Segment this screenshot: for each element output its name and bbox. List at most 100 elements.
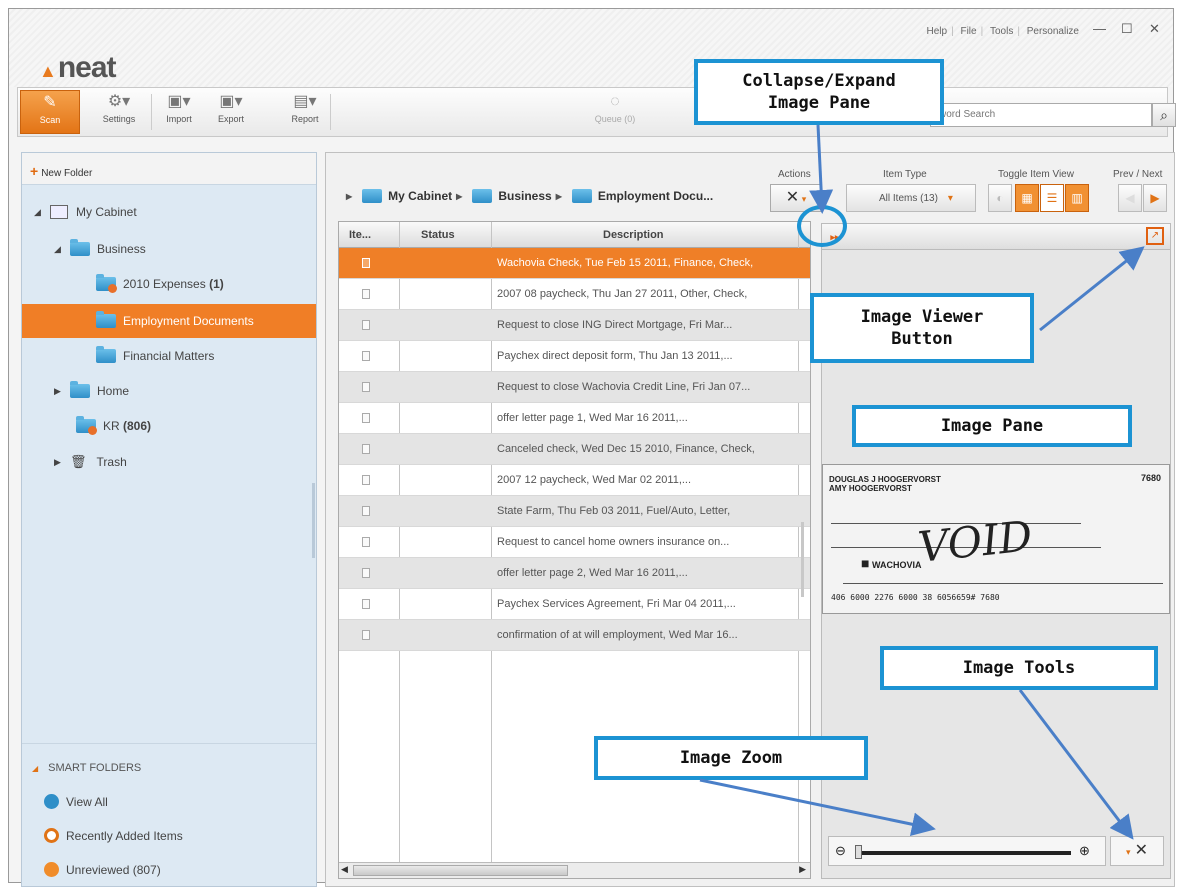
tree-employment-documents[interactable]: Employment Documents xyxy=(22,304,316,338)
list-view-icon[interactable]: ☰ xyxy=(1040,184,1064,212)
folder-icon xyxy=(472,189,493,203)
document-icon xyxy=(362,351,370,361)
menu-tools[interactable]: Tools xyxy=(990,26,1013,37)
table-row[interactable]: Paychex direct deposit form, Thu Jan 13 … xyxy=(339,341,810,372)
zoom-in-icon[interactable]: ⊕ xyxy=(1079,843,1090,859)
cabinet-icon xyxy=(50,205,68,219)
main-toolbar: ✎ Scan ⚙▾ Settings ▣▾ Import ▣▾ Export ▤… xyxy=(17,87,1176,137)
horizontal-scrollbar[interactable]: ◀ ▶ xyxy=(339,862,810,878)
collapse-highlight-ring xyxy=(797,205,847,247)
table-row[interactable]: 2007 12 paycheck, Wed Mar 02 2011,... xyxy=(339,465,810,496)
tree-financial-matters[interactable]: Financial Matters xyxy=(22,341,316,371)
report-button[interactable]: ▤▾ Report xyxy=(282,90,328,134)
item-type-label: Item Type xyxy=(883,169,927,180)
document-icon xyxy=(362,506,370,516)
search-icon[interactable]: ⌕ xyxy=(1152,103,1176,127)
document-icon xyxy=(362,289,370,299)
table-row[interactable]: offer letter page 1, Wed Mar 16 2011,... xyxy=(339,403,810,434)
close-icon[interactable]: ✕ xyxy=(1149,21,1160,37)
maximize-icon[interactable]: ☐ xyxy=(1121,21,1133,37)
settings-icon: ⚙▾ xyxy=(107,93,131,110)
menu-personalize[interactable]: Personalize xyxy=(1027,26,1079,37)
menu-help[interactable]: Help xyxy=(927,26,948,37)
document-icon xyxy=(362,320,370,330)
new-folder-button[interactable]: + New Folder xyxy=(22,153,316,185)
tree-2010-expenses[interactable]: 2010 Expenses (1) xyxy=(22,269,316,299)
tree-my-cabinet[interactable]: ◢ My Cabinet xyxy=(22,197,316,227)
breadcrumb-business[interactable]: Business xyxy=(498,189,551,203)
folder-icon xyxy=(70,381,90,398)
table-row[interactable]: confirmation of at will employment, Wed … xyxy=(339,620,810,651)
export-button[interactable]: ▣▾ Export xyxy=(208,90,254,134)
folder-icon xyxy=(571,189,592,203)
smart-folders-header[interactable]: ◢ SMART FOLDERS xyxy=(32,762,141,774)
scrollbar-thumb[interactable] xyxy=(353,865,568,876)
image-zoom-slider[interactable]: ⊖ ⊕ xyxy=(828,836,1106,866)
tree-home[interactable]: ▶ Home xyxy=(22,376,316,406)
menu-file[interactable]: File xyxy=(960,26,976,37)
expand-arrow-icon[interactable]: ▶ xyxy=(54,457,66,468)
expand-arrow-icon[interactable]: ▶ xyxy=(54,386,66,397)
table-row[interactable]: offer letter page 2, Wed Mar 16 2011,... xyxy=(339,558,810,589)
zoom-out-icon[interactable]: ⊖ xyxy=(835,843,846,859)
image-tools-button[interactable]: ▾ ✕ xyxy=(1110,836,1164,866)
breadcrumb-employment[interactable]: Employment Docu... xyxy=(598,189,713,203)
queue-button[interactable]: ◌ Queue (0) xyxy=(575,90,655,134)
scanner-icon: ✎ xyxy=(43,94,57,111)
column-item[interactable]: Ite... xyxy=(349,229,371,241)
plus-icon: + xyxy=(30,163,39,179)
expand-arrow-icon[interactable]: ◢ xyxy=(54,244,66,255)
grid-view-icon[interactable]: ▦ xyxy=(1015,184,1039,212)
column-description[interactable]: Description xyxy=(603,229,664,241)
next-button[interactable]: ▶ xyxy=(1143,184,1167,212)
sidebar-resize-handle[interactable] xyxy=(312,483,315,558)
expand-arrow-icon[interactable]: ◢ xyxy=(34,207,46,218)
table-row[interactable]: Request to close ING Direct Mortgage, Fr… xyxy=(339,310,810,341)
smart-view-all[interactable]: View All xyxy=(44,794,108,809)
vertical-scrollbar[interactable] xyxy=(801,522,804,597)
table-row[interactable]: Paychex Services Agreement, Fri Mar 04 2… xyxy=(339,589,810,620)
tree-trash[interactable]: ▶ 🗑 Trash xyxy=(22,447,316,477)
column-status[interactable]: Status xyxy=(421,229,455,241)
neat-logo: ▲neat xyxy=(39,51,117,84)
image-viewer-icon[interactable]: ↗ xyxy=(1146,227,1164,245)
prev-next-label: Prev / Next xyxy=(1113,169,1163,180)
document-icon xyxy=(362,382,370,392)
unreviewed-icon xyxy=(44,862,59,877)
table-row[interactable]: Canceled check, Wed Dec 15 2010, Finance… xyxy=(339,434,810,465)
tools-icon: ✕ xyxy=(785,189,800,206)
settings-button[interactable]: ⚙▾ Settings xyxy=(92,90,146,134)
document-icon xyxy=(362,630,370,640)
table-row[interactable]: 2007 08 paycheck, Thu Jan 27 2011, Other… xyxy=(339,279,810,310)
breadcrumb-my-cabinet[interactable]: My Cabinet xyxy=(388,189,452,203)
tree-kr[interactable]: KR (806) xyxy=(22,411,316,441)
table-row[interactable]: Request to close Wachovia Credit Line, F… xyxy=(339,372,810,403)
tree-business[interactable]: ◢ Business xyxy=(22,234,316,264)
check-micr-line: 406 6000 2276 6000 38 6056659# 7680 xyxy=(831,593,1000,602)
table-row[interactable]: State Farm, Thu Feb 03 2011, Fuel/Auto, … xyxy=(339,496,810,527)
breadcrumb: ▶ My Cabinet ▶ Business ▶ Employment Doc… xyxy=(346,189,714,203)
image-pane-bar: ▸▸ ↗ xyxy=(822,224,1170,250)
globe-icon xyxy=(44,794,59,809)
clock-icon xyxy=(44,828,59,843)
callout-image-zoom: Image Zoom xyxy=(594,736,868,780)
scan-button[interactable]: ✎ Scan xyxy=(20,90,80,134)
table-row[interactable]: Wachovia Check, Tue Feb 15 2011, Finance… xyxy=(339,248,810,279)
search-input[interactable]: word Search xyxy=(930,103,1152,127)
item-type-dropdown[interactable]: All Items (13) ▾ xyxy=(846,184,976,212)
callout-collapse-expand: Collapse/Expand Image Pane xyxy=(694,59,944,125)
smart-recently-added[interactable]: Recently Added Items xyxy=(44,828,183,843)
import-button[interactable]: ▣▾ Import xyxy=(156,90,202,134)
prev-button[interactable]: ◀ xyxy=(1118,184,1142,212)
callout-image-viewer: Image Viewer Button xyxy=(810,293,1034,363)
toggle-view-label: Toggle Item View xyxy=(998,169,1074,180)
split-view-icon[interactable]: ▥ xyxy=(1065,184,1089,212)
minimize-icon[interactable]: — xyxy=(1093,21,1106,36)
table-row[interactable]: Request to cancel home owners insurance … xyxy=(339,527,810,558)
smart-unreviewed[interactable]: Unreviewed (807) xyxy=(44,862,161,877)
zoom-thumb[interactable] xyxy=(855,845,862,859)
folder-icon xyxy=(96,346,116,363)
check-number: 7680 xyxy=(1140,473,1161,483)
folder-icon xyxy=(76,416,97,435)
zoom-track[interactable] xyxy=(861,851,1071,855)
